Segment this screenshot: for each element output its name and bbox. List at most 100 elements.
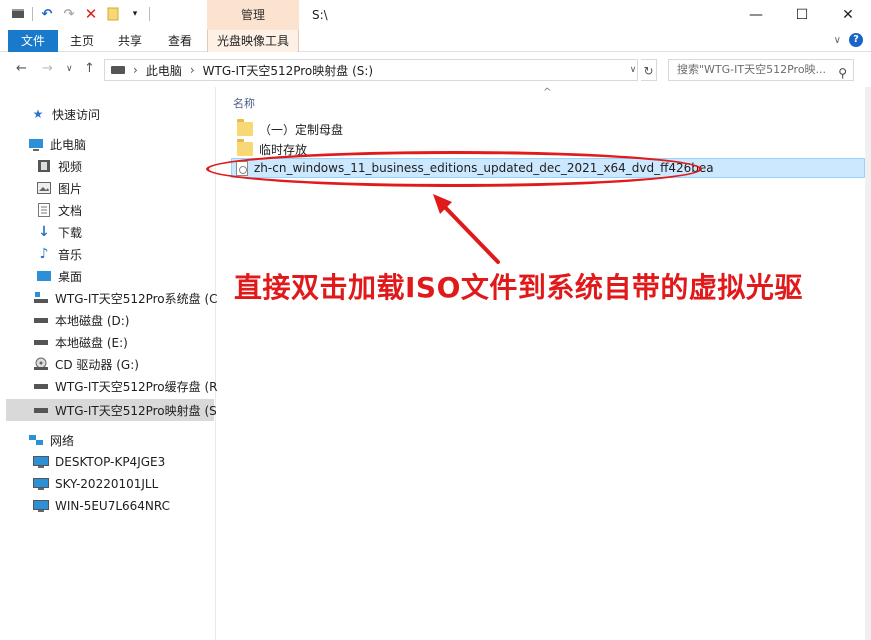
- close-button[interactable]: ✕: [825, 0, 871, 30]
- monitor-icon: [33, 477, 49, 491]
- window-title: S:\: [312, 8, 328, 22]
- desktop-icon: [36, 269, 52, 283]
- tab-share[interactable]: 共享: [112, 30, 148, 52]
- documents-icon: [36, 203, 52, 217]
- address-bar[interactable]: › 此电脑 › WTG-IT天空512Pro映射盘 (S:): [104, 59, 638, 81]
- breadcrumb-drive-s[interactable]: WTG-IT天空512Pro映射盘 (S:): [203, 62, 373, 79]
- monitor-icon: [33, 499, 49, 513]
- nav-label: 文档: [58, 203, 83, 218]
- redo-icon[interactable]: ↷: [61, 6, 77, 22]
- address-dropdown-button[interactable]: ∨: [626, 59, 640, 81]
- nav-label: WIN-5EU7L664NRC: [55, 499, 171, 513]
- folder-icon: [237, 119, 253, 136]
- navigation-pane: ★ 快速访问 此电脑 视频 图片 文档 ↓ 下载 ♪ 音乐 桌面 WTG-IT天…: [0, 87, 226, 640]
- nav-drive-e[interactable]: 本地磁盘 (E:): [0, 331, 214, 353]
- breadcrumb-this-pc[interactable]: 此电脑: [146, 62, 182, 79]
- drive-icon: [33, 379, 49, 393]
- help-icon[interactable]: ?: [849, 33, 863, 47]
- scrollbar[interactable]: [865, 87, 871, 640]
- nav-label: 下载: [58, 225, 83, 240]
- search-icon: ⚲: [838, 66, 847, 80]
- back-button[interactable]: ←: [16, 61, 27, 76]
- tab-disc-image-tools[interactable]: 光盘映像工具: [207, 30, 299, 52]
- nav-label: 快速访问: [52, 107, 101, 122]
- nav-label: 音乐: [58, 247, 83, 262]
- nav-drive-g[interactable]: CD 驱动器 (G:): [0, 353, 214, 375]
- nav-documents[interactable]: 文档: [0, 199, 214, 221]
- forward-button[interactable]: →: [42, 61, 53, 76]
- nav-videos[interactable]: 视频: [0, 155, 214, 177]
- nav-label: CD 驱动器 (G:): [55, 357, 139, 372]
- nav-pictures[interactable]: 图片: [0, 177, 214, 199]
- ribbon-tabs: 文件 主页 共享 查看 光盘映像工具 ∨ ?: [0, 30, 871, 52]
- toolbar-separator: [32, 7, 33, 21]
- cd-drive-icon: [33, 357, 49, 371]
- computer-icon: [28, 137, 44, 151]
- nav-label: 视频: [58, 159, 83, 174]
- drive-icon: [33, 335, 49, 349]
- search-placeholder: 搜索"WTG-IT天空512Pro映...: [677, 63, 827, 76]
- tab-home[interactable]: 主页: [64, 30, 100, 52]
- nav-label: DESKTOP-KP4JGE3: [55, 455, 166, 469]
- sort-indicator-icon: ^: [543, 87, 552, 98]
- nav-label: WTG-IT天空512Pro映射盘 (S:): [55, 403, 226, 418]
- drive-icon: [111, 66, 125, 74]
- system-drive-icon: [33, 291, 49, 305]
- properties-icon[interactable]: [10, 6, 26, 22]
- network-icon: [28, 433, 44, 447]
- nav-music[interactable]: ♪ 音乐: [0, 243, 214, 265]
- monitor-icon: [33, 455, 49, 469]
- column-header-name[interactable]: 名称: [233, 95, 255, 111]
- nav-label: WTG-IT天空512Pro系统盘 (C:): [55, 291, 227, 306]
- minimize-button[interactable]: —: [733, 0, 779, 30]
- tab-view[interactable]: 查看: [162, 30, 198, 52]
- customize-toolbar-icon[interactable]: ▾: [127, 6, 143, 22]
- ribbon-right-controls: ∨ ?: [834, 33, 863, 47]
- file-name: （一）定制母盘: [259, 122, 344, 137]
- delete-icon[interactable]: ✕: [83, 5, 99, 23]
- drive-icon: [33, 313, 49, 327]
- refresh-button[interactable]: ↻: [641, 59, 657, 81]
- up-button[interactable]: ↑: [84, 61, 95, 76]
- nav-label: WTG-IT天空512Pro缓存盘 (R:): [55, 379, 226, 394]
- nav-downloads[interactable]: ↓ 下载: [0, 221, 214, 243]
- path-separator: ›: [189, 63, 195, 77]
- recent-locations-button[interactable]: ∨: [66, 64, 73, 74]
- annotation-arrow-icon: [433, 194, 500, 264]
- title-bar: ↶ ↷ ✕ ▾ 管理 S:\ — ☐ ✕: [0, 0, 871, 30]
- star-icon: ★: [32, 107, 44, 121]
- annotation-text: 直接双击加载ISO文件到系统自带的虚拟光驱: [234, 271, 803, 304]
- nav-drive-d[interactable]: 本地磁盘 (D:): [0, 309, 214, 331]
- nav-drive-s[interactable]: WTG-IT天空512Pro映射盘 (S:): [6, 399, 225, 421]
- address-row: ← → ∨ ↑ › 此电脑 › WTG-IT天空512Pro映射盘 (S:) ∨…: [0, 53, 871, 87]
- nav-label: 桌面: [58, 269, 83, 284]
- nav-drive-r[interactable]: WTG-IT天空512Pro缓存盘 (R:): [0, 375, 226, 397]
- nav-desktop[interactable]: 桌面: [0, 265, 214, 287]
- file-row[interactable]: （一）定制母盘: [233, 119, 865, 139]
- nav-quick-access[interactable]: ★ 快速访问: [0, 103, 214, 125]
- folder-icon: [237, 139, 253, 156]
- undo-icon[interactable]: ↶: [39, 6, 55, 22]
- nav-drive-c[interactable]: WTG-IT天空512Pro系统盘 (C:): [0, 287, 226, 309]
- nav-network[interactable]: 网络: [0, 429, 214, 451]
- video-icon: [36, 159, 52, 173]
- nav-network-computer[interactable]: SKY-20220101JLL: [0, 473, 214, 495]
- quick-access-toolbar: ↶ ↷ ✕ ▾: [10, 5, 150, 23]
- nav-label: 此电脑: [50, 137, 87, 152]
- download-icon: ↓: [38, 224, 50, 240]
- maximize-button[interactable]: ☐: [779, 0, 825, 30]
- nav-label: 本地磁盘 (E:): [55, 335, 128, 350]
- search-input[interactable]: 搜索"WTG-IT天空512Pro映... ⚲: [668, 59, 854, 81]
- nav-this-pc[interactable]: 此电脑: [0, 133, 214, 155]
- nav-label: 网络: [50, 433, 75, 448]
- new-folder-icon[interactable]: [105, 6, 121, 22]
- nav-network-computer[interactable]: WIN-5EU7L664NRC: [0, 495, 214, 517]
- manage-tab[interactable]: 管理: [207, 0, 299, 30]
- nav-network-computer[interactable]: DESKTOP-KP4JGE3: [0, 451, 214, 473]
- expand-ribbon-icon[interactable]: ∨: [834, 35, 841, 46]
- pictures-icon: [36, 181, 52, 195]
- tab-file[interactable]: 文件: [8, 30, 58, 52]
- path-separator: ›: [133, 63, 138, 77]
- drive-icon: [33, 403, 49, 417]
- toolbar-separator: [149, 7, 150, 21]
